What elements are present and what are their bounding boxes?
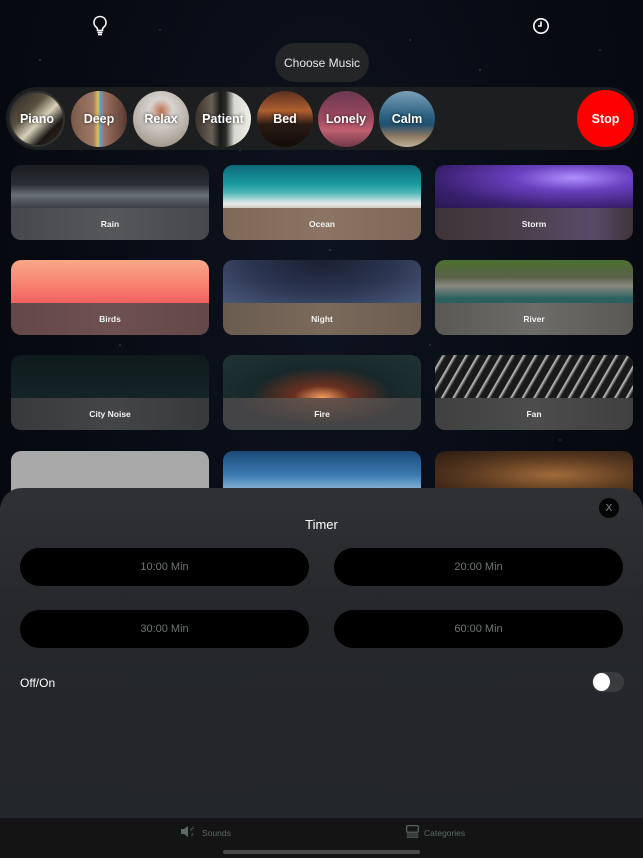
music-item-deep[interactable]: Deep [71, 91, 127, 147]
music-item-bed[interactable]: Bed [257, 91, 313, 147]
music-item-calm[interactable]: Calm [379, 91, 435, 147]
music-item-label: Piano [19, 112, 55, 126]
fan-image [435, 355, 633, 398]
music-item-label: Calm [391, 112, 423, 126]
tab-categories[interactable]: Categories [406, 825, 465, 840]
card-label: City Noise [11, 398, 209, 430]
music-item-label: Lonely [325, 112, 367, 126]
sound-card-airplane[interactable] [223, 451, 421, 491]
card-label: Fan [435, 398, 633, 430]
fire-image [223, 355, 421, 398]
sound-card-night[interactable]: Night [223, 260, 421, 335]
home-indicator [223, 850, 420, 854]
birds-image [11, 260, 209, 303]
music-item-relax[interactable]: Relax [133, 91, 189, 147]
card-label: River [435, 303, 633, 335]
card-label: Storm [435, 208, 633, 240]
clock-icon[interactable] [530, 14, 552, 38]
card-label: Fire [223, 398, 421, 430]
card-label: Birds [11, 303, 209, 335]
lightbulb-icon[interactable] [89, 14, 111, 38]
toggle-knob [593, 673, 610, 691]
sound-card-white-noise[interactable] [11, 451, 209, 491]
toggle-label: Off/On [20, 676, 56, 690]
stop-button[interactable]: Stop [577, 90, 634, 147]
categories-icon [406, 825, 419, 840]
sound-card-storm[interactable]: Storm [435, 165, 633, 240]
night-image [223, 260, 421, 303]
close-button[interactable]: X [599, 498, 619, 518]
sound-card-city-noise[interactable]: City Noise [11, 355, 209, 430]
tab-label: Sounds [202, 827, 231, 838]
timer-option-10[interactable]: 10:00 Min [20, 548, 309, 586]
svg-text:z: z [191, 832, 194, 838]
card-label: Ocean [223, 208, 421, 240]
sound-card-birds[interactable]: Birds [11, 260, 209, 335]
music-item-lonely[interactable]: Lonely [318, 91, 374, 147]
card-label: Night [223, 303, 421, 335]
music-item-patient[interactable]: Patient [195, 91, 251, 147]
choose-music-button[interactable]: Choose Music [275, 43, 369, 82]
timer-option-60[interactable]: 60:00 Min [334, 610, 623, 648]
white-noise-image [11, 451, 209, 491]
tab-label: Categories [424, 827, 466, 838]
timer-option-30[interactable]: 30:00 Min [20, 610, 309, 648]
river-image [435, 260, 633, 303]
sound-card-cave[interactable] [435, 451, 633, 491]
airplane-image [223, 451, 421, 491]
timer-option-20[interactable]: 20:00 Min [334, 548, 623, 586]
sheet-title: Timer [305, 517, 338, 532]
timer-toggle[interactable] [592, 672, 624, 692]
sound-card-rain[interactable]: Rain [11, 165, 209, 240]
svg-text:z: z [192, 825, 194, 830]
speaker-icon: zzz [180, 825, 197, 840]
music-item-label: Deep [83, 112, 115, 126]
city-noise-image [11, 355, 209, 398]
sound-card-fan[interactable]: Fan [435, 355, 633, 430]
tab-bar: zzz Sounds Categories [0, 818, 643, 858]
sound-card-river[interactable]: River [435, 260, 633, 335]
rain-image [11, 165, 209, 208]
music-item-label: Bed [273, 112, 297, 126]
music-item-label: Patient [202, 112, 244, 126]
cave-image [435, 451, 633, 491]
music-item-label: Relax [144, 112, 178, 126]
tab-sounds[interactable]: zzz Sounds [180, 825, 231, 840]
ocean-image [223, 165, 421, 208]
timer-sheet: X Timer 10:00 Min 20:00 Min 30:00 Min 60… [0, 488, 643, 818]
music-item-piano[interactable]: Piano [9, 91, 65, 147]
card-label: Rain [11, 208, 209, 240]
storm-image [435, 165, 633, 208]
sound-card-ocean[interactable]: Ocean [223, 165, 421, 240]
sound-card-fire[interactable]: Fire [223, 355, 421, 430]
